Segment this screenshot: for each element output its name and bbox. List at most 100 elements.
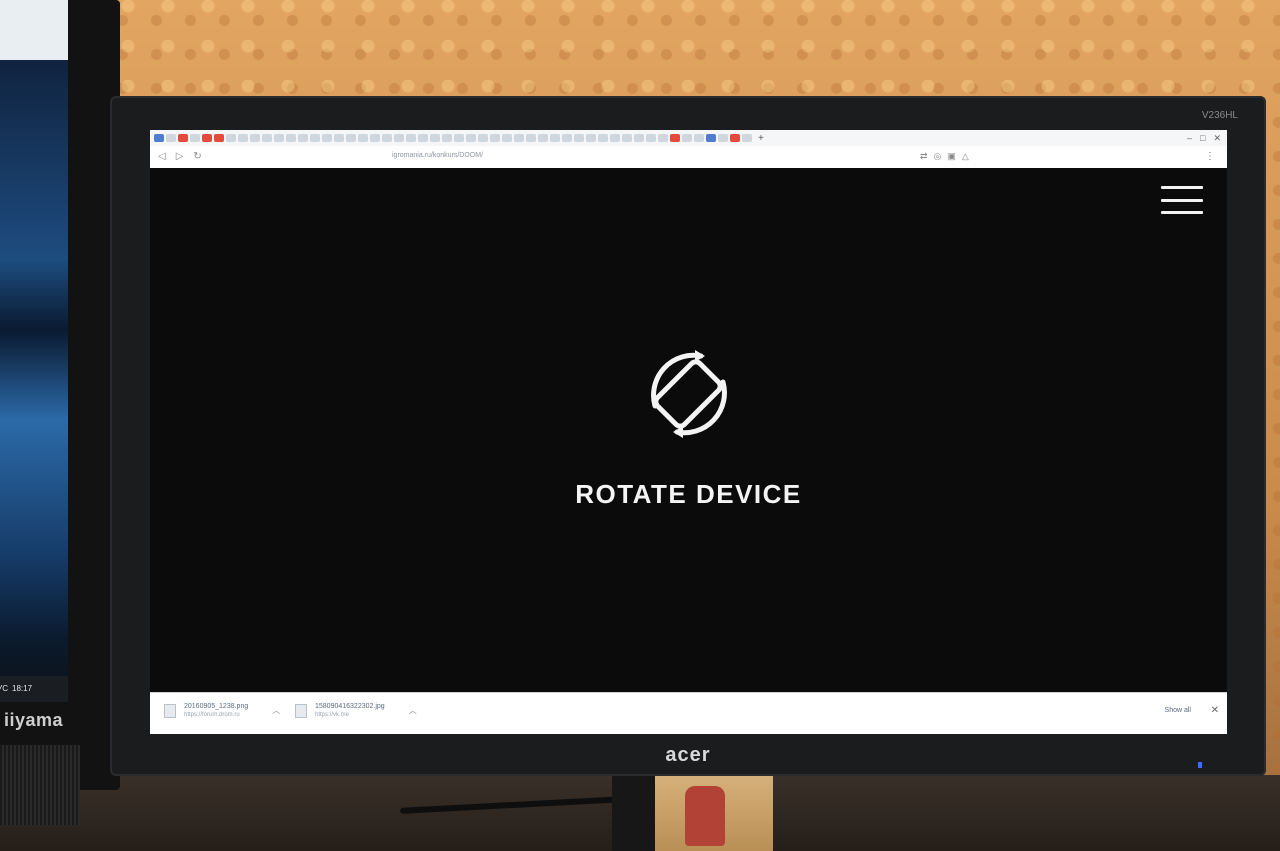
maximize-icon[interactable]: □ (1200, 133, 1205, 144)
browser-tab[interactable] (574, 134, 584, 142)
browser-tab[interactable] (634, 134, 644, 142)
show-all-downloads-link[interactable]: Show all (1165, 707, 1191, 714)
browser-tab[interactable] (562, 134, 572, 142)
taskbar-clock: 18:17 (12, 684, 33, 693)
browser-tab[interactable] (322, 134, 332, 142)
hamburger-line (1161, 198, 1203, 202)
browser-tab[interactable] (598, 134, 608, 142)
page-content: ROTATE DEVICE (150, 168, 1227, 692)
browser-tab[interactable] (538, 134, 548, 142)
minimize-icon[interactable]: – (1187, 133, 1192, 144)
download-source: https://vk.me (315, 712, 350, 718)
speaker-grille (0, 745, 80, 825)
browser-tab[interactable] (370, 134, 380, 142)
file-icon (295, 703, 307, 718)
browser-tab[interactable] (298, 134, 308, 142)
monitor-stand (612, 776, 658, 851)
download-item[interactable]: 20160905_1238.png https://forum.drom.ru … (164, 703, 280, 718)
browser-tab[interactable] (154, 134, 164, 142)
browser-tab[interactable] (394, 134, 404, 142)
browser-tab[interactable] (262, 134, 272, 142)
browser-tab[interactable] (586, 134, 596, 142)
browser-tab[interactable] (382, 134, 392, 142)
hamburger-icon[interactable] (1161, 186, 1203, 214)
hamburger-line (1161, 186, 1203, 189)
icon-card (655, 776, 773, 851)
extension-icon[interactable]: ◎ (934, 151, 942, 162)
close-window-icon[interactable]: ✕ (1213, 133, 1221, 144)
extension-icon[interactable]: △ (962, 151, 969, 162)
browser-tab[interactable] (718, 134, 728, 142)
browser-tab[interactable] (478, 134, 488, 142)
browser-tab[interactable] (238, 134, 248, 142)
browser-tab[interactable] (334, 134, 344, 142)
browser-tab[interactable] (466, 134, 476, 142)
monitor-model-label: V236HL (1201, 110, 1238, 121)
browser-tab[interactable] (178, 134, 188, 142)
browser-tab[interactable] (274, 134, 284, 142)
browser-tab[interactable] (418, 134, 428, 142)
monitor-brand-logo: acer (665, 744, 711, 766)
downloads-bar: 20160905_1238.png https://forum.drom.ru … (150, 692, 1227, 734)
browser-tab[interactable] (610, 134, 620, 142)
back-icon[interactable]: ◁ (158, 151, 166, 162)
main-monitor: V236HL + – □ ✕ ◁ ▷ ↻ igromania.ru/konkur… (110, 96, 1266, 776)
extensions-bar: ⇄ ◎ ▣ △ (920, 151, 969, 162)
browser-tab[interactable] (454, 134, 464, 142)
icon-figure (685, 786, 725, 846)
forward-icon[interactable]: ▷ (176, 151, 184, 162)
browser-tab[interactable] (502, 134, 512, 142)
rotate-device-icon (651, 350, 727, 438)
rotate-device-message: ROTATE DEVICE (575, 479, 802, 509)
download-filename: 158090416322302.jpg (315, 703, 385, 710)
browser-tab[interactable] (214, 134, 224, 142)
close-downloads-icon[interactable]: ✕ (1211, 705, 1219, 716)
translate-icon[interactable]: ⇄ (920, 151, 928, 162)
url-field[interactable]: igromania.ru/konkurs/DOOM/ (392, 152, 483, 159)
browser-tab[interactable] (166, 134, 176, 142)
browser-tab-strip: + – □ ✕ (150, 130, 1227, 146)
browser-tab[interactable] (514, 134, 524, 142)
browser-menu-icon[interactable]: ⋮ (1205, 151, 1215, 162)
left-monitor-screen (0, 0, 68, 700)
browser-tab[interactable] (430, 134, 440, 142)
navigation-controls: ◁ ▷ ↻ (158, 151, 202, 162)
browser-tab[interactable] (730, 134, 740, 142)
power-led (1198, 762, 1202, 768)
browser-tab[interactable] (694, 134, 704, 142)
left-monitor-brand-logo: iiyama (4, 710, 64, 730)
browser-tab[interactable] (202, 134, 212, 142)
browser-tab[interactable] (286, 134, 296, 142)
browser-tab[interactable] (250, 134, 260, 142)
browser-tab[interactable] (346, 134, 356, 142)
browser-tab[interactable] (526, 134, 536, 142)
file-icon (164, 703, 176, 718)
download-item[interactable]: 158090416322302.jpg https://vk.me ︿ (295, 703, 417, 718)
browser-tab[interactable] (706, 134, 716, 142)
browser-tab[interactable] (490, 134, 500, 142)
reload-icon[interactable]: ↻ (193, 151, 201, 162)
browser-tab[interactable] (670, 134, 680, 142)
browser-tab[interactable] (358, 134, 368, 142)
browser-tab[interactable] (226, 134, 236, 142)
browser-tab[interactable] (622, 134, 632, 142)
left-monitor-taskbar (0, 676, 68, 702)
browser-tab[interactable] (406, 134, 416, 142)
download-filename: 20160905_1238.png (184, 703, 249, 710)
browser-tab[interactable] (550, 134, 560, 142)
browser-tab[interactable] (742, 134, 752, 142)
browser-tab[interactable] (190, 134, 200, 142)
browser-tab[interactable] (442, 134, 452, 142)
browser-tab[interactable] (310, 134, 320, 142)
chevron-up-icon[interactable]: ︿ (409, 705, 417, 716)
monitor-screen: + – □ ✕ ◁ ▷ ↻ igromania.ru/konkurs/DOOM/… (150, 130, 1227, 734)
new-tab-button[interactable]: + (758, 133, 764, 144)
taskbar-language: РУС (0, 684, 9, 693)
extension-icon[interactable]: ▣ (947, 151, 956, 162)
browser-tab[interactable] (658, 134, 668, 142)
chevron-up-icon[interactable]: ︿ (272, 705, 280, 716)
download-source: https://forum.drom.ru (184, 712, 240, 718)
window-controls: – □ ✕ (1187, 133, 1227, 144)
browser-tab[interactable] (682, 134, 692, 142)
browser-tab[interactable] (646, 134, 656, 142)
